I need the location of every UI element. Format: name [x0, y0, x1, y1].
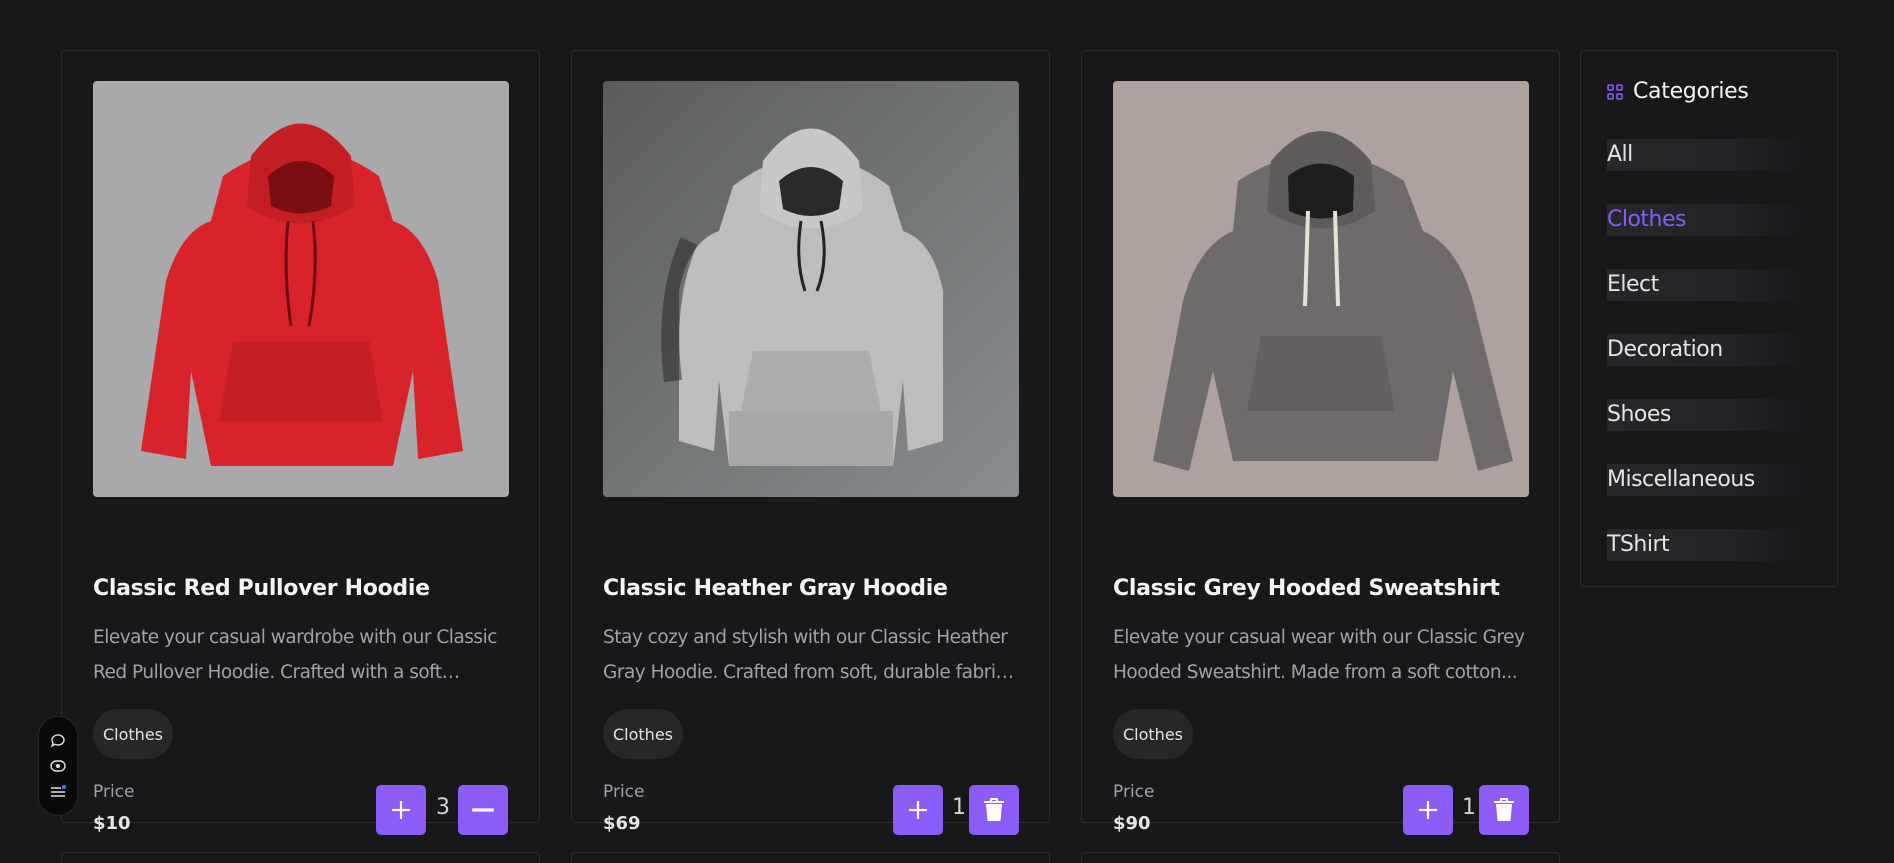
- product-card: [61, 852, 540, 863]
- remove-item-button[interactable]: [1479, 785, 1529, 835]
- menu-icon[interactable]: [50, 784, 66, 800]
- category-item-decoration[interactable]: Decoration: [1607, 334, 1807, 366]
- trash-icon: [1494, 798, 1514, 821]
- product-title[interactable]: Classic Heather Gray Hoodie: [603, 576, 948, 601]
- grid-icon: [1607, 83, 1623, 100]
- categories-header: Categories: [1607, 79, 1749, 104]
- categories-sidebar: Categories All Clothes Elect Decoration …: [1580, 50, 1838, 587]
- category-tag[interactable]: Clothes: [1113, 709, 1193, 759]
- increase-quantity-button[interactable]: [893, 785, 943, 835]
- product-image[interactable]: [603, 81, 1019, 497]
- quantity-value: 1: [1462, 795, 1476, 820]
- price-label: Price: [93, 782, 135, 802]
- categories-title: Categories: [1633, 79, 1749, 104]
- product-title[interactable]: Classic Red Pullover Hoodie: [93, 576, 430, 601]
- plus-icon: [909, 801, 927, 819]
- price-label: Price: [603, 782, 645, 802]
- plus-icon: [392, 801, 410, 819]
- category-item-tshirt[interactable]: TShirt: [1607, 529, 1807, 561]
- price-value: $69: [603, 813, 641, 834]
- decrease-quantity-button[interactable]: [458, 785, 508, 835]
- category-item-all[interactable]: All: [1607, 139, 1807, 171]
- product-card: Classic Red Pullover Hoodie Elevate your…: [61, 50, 540, 835]
- product-image[interactable]: [93, 81, 509, 497]
- category-tag[interactable]: Clothes: [93, 709, 173, 759]
- product-card: [571, 852, 1050, 863]
- plus-icon: [1419, 801, 1437, 819]
- increase-quantity-button[interactable]: [1403, 785, 1453, 835]
- category-tag[interactable]: Clothes: [603, 709, 683, 759]
- chat-icon[interactable]: [50, 733, 66, 749]
- product-card: [1081, 852, 1560, 863]
- quantity-value: 1: [952, 795, 966, 820]
- price-value: $90: [1113, 813, 1151, 834]
- category-item-shoes[interactable]: Shoes: [1607, 399, 1807, 431]
- remove-item-button[interactable]: [969, 785, 1019, 835]
- product-description-text: Stay cozy and stylish with our Classic H…: [603, 627, 1011, 683]
- product-description: Elevate your casual wear with our Classi…: [1113, 620, 1531, 690]
- product-image[interactable]: [1113, 81, 1529, 497]
- floating-toolbar: [38, 716, 78, 816]
- trash-icon: [984, 798, 1004, 821]
- eye-icon[interactable]: [50, 758, 66, 774]
- minus-icon: [472, 808, 494, 812]
- product-description-text: Elevate your casual wear with our Classi…: [1113, 627, 1525, 683]
- product-card: Classic Heather Gray Hoodie Stay cozy an…: [571, 50, 1050, 835]
- product-description: Stay cozy and stylish with our Classic H…: [603, 620, 1021, 690]
- product-card: Classic Grey Hooded Sweatshirt Elevate y…: [1081, 50, 1560, 835]
- quantity-value: 3: [436, 795, 450, 820]
- increase-quantity-button[interactable]: [376, 785, 426, 835]
- category-item-miscellaneous[interactable]: Miscellaneous: [1607, 464, 1807, 496]
- product-description-text: Elevate your casual wardrobe with our Cl…: [93, 627, 497, 683]
- price-value: $10: [93, 813, 131, 834]
- price-label: Price: [1113, 782, 1155, 802]
- product-title[interactable]: Classic Grey Hooded Sweatshirt: [1113, 576, 1500, 601]
- category-item-clothes[interactable]: Clothes: [1607, 204, 1807, 236]
- category-item-elect[interactable]: Elect: [1607, 269, 1807, 301]
- product-description: Elevate your casual wardrobe with our Cl…: [93, 620, 511, 690]
